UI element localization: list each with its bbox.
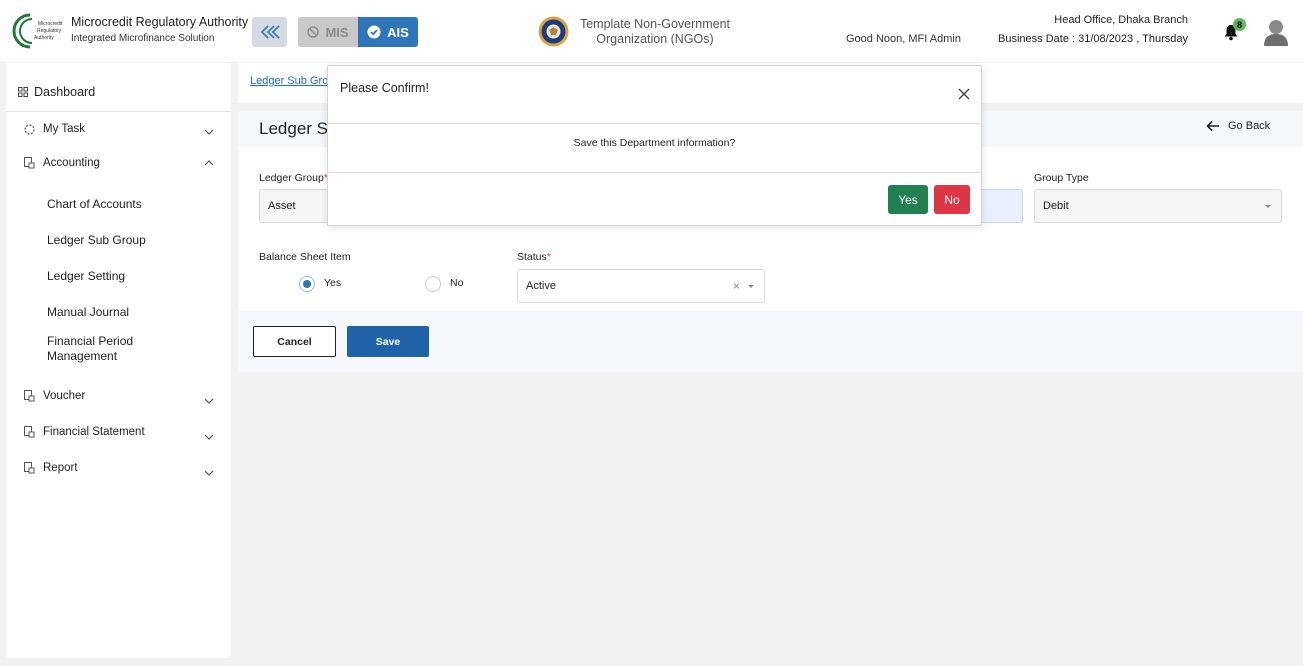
chevron-down-icon[interactable]	[204, 432, 214, 442]
go-back-button[interactable]: Go Back	[1206, 120, 1270, 132]
sidebar-item-voucher[interactable]: Voucher	[24, 390, 85, 402]
dialog-divider	[328, 172, 981, 173]
branch-name: Head Office, Dhaka Branch	[1054, 14, 1188, 26]
required-marker: *	[546, 251, 551, 263]
business-date: Business Date : 31/08/2023 , Thursday	[998, 33, 1188, 45]
ledger-group-label: Ledger Group*	[259, 172, 328, 184]
caret-down-icon	[748, 285, 754, 288]
sidebar-item-my-task[interactable]: My Task	[24, 123, 85, 135]
sidebar-item-financial-statement[interactable]: Financial Statement	[24, 426, 145, 438]
spinner-icon	[24, 123, 35, 135]
organization-name: Template Non-Government Organization (NG…	[572, 17, 738, 47]
logo-text-2: Regulatory	[37, 28, 62, 34]
app-header: Microcredit Regulatory Authority Microcr…	[0, 0, 1303, 62]
confirm-no-button[interactable]: No	[934, 185, 970, 214]
logo-text-1: Microcredit	[38, 21, 63, 27]
chevron-down-icon[interactable]	[204, 127, 214, 137]
org-subtitle: Integrated Microfinance Solution	[71, 33, 215, 44]
sidebar-item-label: Accounting	[43, 157, 100, 169]
ais-label: AIS	[387, 24, 409, 40]
dialog-message: Save this Department information?	[573, 137, 736, 149]
group-type-value: Debit	[1043, 200, 1069, 212]
dialog-divider	[328, 123, 981, 124]
sidebar-item-label: Dashboard	[34, 85, 96, 99]
check-circle-icon	[367, 25, 381, 39]
balance-sheet-yes-label: Yes	[324, 277, 342, 289]
sidebar-item-label: My Task	[43, 123, 85, 135]
balance-sheet-yes-radio[interactable]	[299, 276, 315, 292]
sidebar-subitem-label-line1: Financial Period	[47, 334, 134, 348]
ledger-icon	[24, 426, 35, 438]
arrow-left-icon	[1206, 120, 1219, 132]
ledger-icon	[24, 390, 35, 402]
ledger-icon	[24, 462, 35, 474]
mis-module-button[interactable]: MIS	[298, 17, 358, 47]
ledger-group-label-text: Ledger Group	[259, 172, 324, 184]
collapse-sidebar-button[interactable]	[252, 17, 287, 47]
dialog-title: Please Confirm!	[340, 81, 429, 95]
ais-module-button[interactable]: AIS	[358, 17, 418, 47]
caret-down-icon	[1265, 205, 1271, 208]
status-label-text: Status	[517, 251, 547, 263]
ledger-icon	[24, 157, 35, 169]
sidebar-subitem-ledger-sub-group[interactable]: Ledger Sub Group	[47, 233, 146, 248]
org-name: Microcredit Regulatory Authority	[71, 15, 249, 29]
confirm-dialog: Please Confirm! Save this Department inf…	[327, 65, 982, 226]
sidebar-item-report[interactable]: Report	[24, 462, 78, 474]
sidebar-subitem-label-line2: Management	[47, 349, 118, 363]
mis-label: MIS	[325, 24, 349, 40]
go-back-label: Go Back	[1228, 120, 1271, 132]
group-type-label: Group Type	[1034, 172, 1089, 184]
balance-sheet-no-radio[interactable]	[425, 276, 441, 292]
ledger-sub-group-name-input[interactable]	[975, 189, 1023, 223]
balance-sheet-item-label: Balance Sheet Item	[259, 251, 351, 263]
chevron-down-icon[interactable]	[204, 396, 214, 406]
mra-logo: Microcredit Regulatory Authority	[12, 13, 63, 49]
cancel-button[interactable]: Cancel	[253, 326, 336, 357]
close-icon[interactable]	[957, 87, 971, 101]
page-title: Ledger S	[259, 119, 328, 138]
sidebar-item-label: Voucher	[43, 390, 86, 402]
organization-name-line1: Template Non-Government	[579, 17, 731, 31]
save-button[interactable]: Save	[347, 326, 429, 357]
logo-text-3: Authority	[34, 35, 54, 41]
user-greeting: Good Noon, MFI Admin	[846, 33, 961, 45]
chevron-up-icon[interactable]	[204, 158, 214, 168]
balance-sheet-no-label: No	[450, 277, 464, 289]
sidebar-item-dashboard[interactable]: Dashboard	[18, 85, 95, 99]
sidebar-subitem-manual-journal[interactable]: Manual Journal	[47, 305, 129, 320]
government-seal-icon	[538, 16, 569, 47]
breadcrumb-link[interactable]: Ledger Sub Gro	[250, 75, 328, 87]
grid-icon	[18, 87, 28, 97]
sidebar-divider	[6, 111, 231, 112]
sidebar-subitem-financial-period-management[interactable]: Financial Period Management	[47, 334, 133, 364]
status-value: Active	[526, 280, 556, 292]
ban-icon	[307, 26, 320, 38]
double-chevron-left-icon	[260, 25, 280, 39]
organization-name-line2: Organization (NGOs)	[596, 32, 714, 46]
clear-icon[interactable]: ×	[733, 279, 740, 293]
sidebar-subitem-ledger-setting[interactable]: Ledger Setting	[47, 269, 125, 284]
sidebar-item-label: Report	[43, 462, 78, 474]
notification-count-badge: 8	[1233, 18, 1246, 31]
group-type-select[interactable]: Debit	[1034, 189, 1282, 223]
chevron-down-icon[interactable]	[204, 468, 214, 478]
sidebar-item-label: Financial Statement	[43, 426, 145, 438]
sidebar-item-accounting[interactable]: Accounting	[24, 157, 100, 169]
user-avatar-icon[interactable]	[1263, 18, 1289, 46]
sidebar: Dashboard My Task Accounting Chart of Ac…	[6, 63, 231, 658]
status-select[interactable]: Active ×	[517, 269, 765, 303]
status-label: Status*	[517, 251, 551, 263]
confirm-yes-button[interactable]: Yes	[888, 185, 928, 214]
sidebar-subitem-chart-of-accounts[interactable]: Chart of Accounts	[47, 197, 142, 212]
